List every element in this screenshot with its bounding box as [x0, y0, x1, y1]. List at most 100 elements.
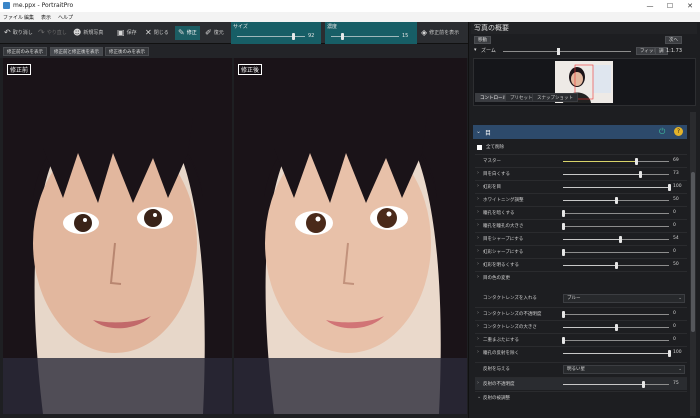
zoom-track[interactable] — [503, 51, 631, 52]
sliders-track[interactable] — [563, 213, 669, 214]
restore-button[interactable]: ✐ 復元 — [205, 26, 224, 40]
collapse-chevron-icon: ⌄ — [476, 128, 482, 135]
tab-snapshots[interactable]: スナップショット — [532, 93, 578, 102]
lens-sliders-track[interactable] — [563, 314, 669, 315]
sliders-thumb[interactable] — [562, 249, 565, 256]
lens-sliders-fill — [563, 353, 669, 354]
undo-icon: ↶ — [4, 28, 11, 37]
reset-checkbox[interactable] — [477, 145, 482, 150]
section-title: 目 — [485, 130, 492, 137]
lens-row: コンタクトレンズを入れる ブルー ⌄ — [475, 292, 687, 305]
save-button[interactable]: ▣ 保存 — [117, 26, 137, 40]
master-value: 69 — [673, 158, 679, 163]
lens-sliders-track[interactable] — [563, 340, 669, 341]
close-button[interactable]: ✕ 閉じる — [145, 26, 169, 40]
sliders-thumb[interactable] — [615, 197, 618, 204]
expand-chevron-icon[interactable]: › — [477, 336, 479, 342]
dropdown-arrow-icon: ⌄ — [678, 296, 682, 301]
master-thumb[interactable] — [635, 158, 638, 165]
layers-button[interactable]: ◈ 修正前を表示 — [421, 26, 459, 40]
lens-sliders-thumb[interactable] — [562, 337, 565, 344]
view-before-after[interactable]: 修正前と修正後を表示 — [50, 47, 103, 56]
lens-sliders-thumb[interactable] — [562, 311, 565, 318]
power-icon[interactable]: ⏻ — [659, 127, 665, 137]
expand-chevron-icon[interactable]: › — [477, 209, 479, 215]
panel-scrollbar[interactable] — [690, 112, 696, 416]
sliders-fill — [563, 239, 620, 240]
new-project-button[interactable]: ☻ 新規写真 — [73, 26, 103, 40]
lens-sliders-thumb[interactable] — [615, 324, 618, 331]
reflection-opacity-thumb[interactable] — [642, 381, 645, 388]
redo-button[interactable]: ↷ やり直し — [38, 26, 67, 40]
reflection-dropdown[interactable]: 明るい星 ⌄ — [563, 365, 685, 374]
expand-chevron-icon[interactable]: › — [477, 170, 479, 176]
sliders-label: 虹彩を目 — [483, 185, 501, 190]
minimize-button[interactable]: — — [640, 0, 660, 12]
expand-chevron-icon[interactable]: › — [477, 323, 479, 329]
footer-row[interactable]: ⌄ 反射の被調整 — [475, 391, 687, 404]
sliders-value: 50 — [673, 197, 679, 202]
lens-sliders-label: コンタクトレンズの大きさ — [483, 325, 537, 330]
view-mode-bar: 修正前のみを表示 修正前と修正後を表示 修正後のみを表示 — [0, 44, 468, 58]
sliders-track[interactable] — [563, 226, 669, 227]
sliders-label: 瞳孔を暗くする — [483, 211, 515, 216]
reflection-opacity-fill — [563, 384, 643, 385]
size-label: サイズ — [233, 24, 248, 30]
maximize-button[interactable]: ☐ — [660, 0, 680, 12]
sliders-thumb[interactable] — [619, 236, 622, 243]
pan-button[interactable]: 移動 — [474, 36, 491, 44]
expand-chevron-icon[interactable]: › — [477, 349, 479, 355]
edit-button[interactable]: ✎ 修正 — [175, 26, 200, 40]
menu-view[interactable]: 表示 — [41, 14, 51, 21]
help-icon[interactable]: ? — [674, 127, 683, 136]
view-before-only[interactable]: 修正前のみを表示 — [3, 47, 47, 56]
expand-chevron-icon[interactable]: › — [477, 261, 479, 267]
expand-chevron-icon[interactable]: › — [477, 196, 479, 202]
reflection-row: 反射を与える 明るい星 ⌄ — [475, 362, 687, 375]
menu-file[interactable]: ファイル — [3, 14, 23, 21]
redo-icon: ↷ — [38, 28, 45, 37]
reflection-label: 反射を与える — [483, 367, 510, 372]
expand-chevron-icon[interactable]: › — [477, 310, 479, 316]
overview-title: 写真の概要 — [471, 23, 697, 34]
expand-chevron-icon[interactable]: › — [477, 248, 479, 254]
expand-chevron-icon[interactable]: › — [477, 235, 479, 241]
close-window-button[interactable]: ✕ — [680, 0, 700, 12]
overview-toggle-button[interactable]: 次へ — [665, 36, 682, 44]
sliders-thumb[interactable] — [562, 210, 565, 217]
view-after-only[interactable]: 修正後のみを表示 — [105, 47, 149, 56]
sliders-row: › 虹彩を明るくする 50 — [475, 258, 687, 271]
title-bar: me.ppx - PortraitPro — ☐ ✕ — [0, 0, 700, 12]
sliders-thumb[interactable] — [639, 171, 642, 178]
expand-chevron-icon[interactable]: › — [477, 183, 479, 189]
sliders-thumb[interactable] — [562, 223, 565, 230]
menu-help[interactable]: ヘルプ — [58, 14, 73, 21]
sliders-row: › ホワイトニング調整 50 — [475, 193, 687, 206]
eye-color-row[interactable]: › 目の色の変更 — [475, 271, 687, 284]
restore-brush-icon: ✐ — [205, 28, 212, 37]
sliders-label: 瞳孔を瞳孔の大きさ — [483, 224, 524, 229]
eye-color-chevron-icon: › — [477, 274, 479, 280]
scrollbar-thumb[interactable] — [691, 172, 695, 332]
person-icon: ☻ — [73, 28, 82, 37]
menu-edit[interactable]: 編集 — [24, 14, 34, 21]
size-thumb[interactable] — [292, 33, 295, 40]
before-label: 修正前 — [7, 64, 32, 75]
sliders-row: › 瞳孔を暗くする 0 — [475, 206, 687, 219]
lens-sliders-label: 二重まぶたにする — [483, 338, 520, 343]
lens-dropdown[interactable]: ブルー ⌄ — [563, 294, 685, 303]
sliders-value: 0 — [673, 210, 676, 215]
sliders-thumb[interactable] — [668, 184, 671, 191]
sliders-track[interactable] — [563, 252, 669, 253]
sliders-thumb[interactable] — [615, 262, 618, 269]
lens-sliders-row: › コンタクトレンズの不透明度 0 — [475, 307, 687, 320]
strength-thumb[interactable] — [341, 33, 344, 40]
undo-button[interactable]: ↶ 取り消し — [4, 26, 33, 40]
expand-chevron-icon[interactable]: › — [477, 222, 479, 228]
after-photo[interactable]: 修正後 — [234, 58, 467, 414]
master-fill — [563, 161, 636, 162]
zoom-thumb[interactable] — [557, 48, 560, 55]
lens-sliders-thumb[interactable] — [668, 350, 671, 357]
before-photo[interactable]: 修正前 — [3, 58, 232, 414]
eye-section-header[interactable]: ⌄ 目 ⏻ ? — [473, 125, 687, 139]
